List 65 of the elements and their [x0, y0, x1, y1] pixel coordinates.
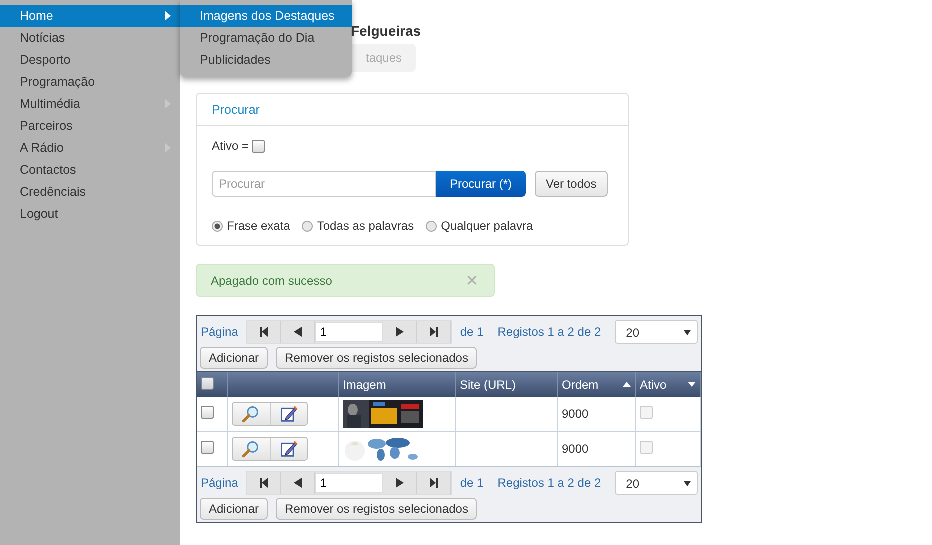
panel-title: Procurar [212, 102, 260, 116]
page-size-select[interactable]: 20 [615, 470, 698, 494]
magnifier-icon [242, 440, 260, 458]
search-field[interactable]: Procurar [212, 171, 436, 197]
page-field[interactable]: 1 [315, 322, 384, 342]
page-field[interactable]: 1 [315, 472, 384, 492]
sort-descending-icon [688, 382, 696, 386]
active-checkbox[interactable] [252, 140, 266, 152]
menu-item[interactable]: Home [0, 5, 180, 27]
table-cell: 9000 [562, 442, 589, 456]
radio-button[interactable] [302, 220, 314, 232]
menu-item[interactable]: Logout [0, 203, 180, 225]
last-page-icon [430, 478, 438, 488]
radio-button[interactable] [212, 220, 223, 232]
first-page-icon [260, 478, 268, 488]
row-checkbox[interactable] [201, 441, 214, 454]
record-count: Registos 1 a 2 de 2 [498, 324, 602, 338]
menu-item[interactable]: Credênciais [0, 181, 180, 203]
select-all-checkbox[interactable] [201, 376, 214, 390]
row-checkbox[interactable] [201, 406, 214, 419]
remove-selected-button[interactable]: Remover os registos selecionados [276, 347, 478, 369]
page-title: Felgueiras [351, 23, 422, 39]
menu-item[interactable]: Contactos [0, 159, 180, 181]
previous-page-icon [294, 326, 302, 336]
menu-item[interactable]: Programação [0, 71, 180, 93]
menu-item[interactable]: Multimédia [0, 93, 180, 115]
column-header[interactable]: Site (URL) [456, 372, 558, 397]
page-count: de 1 [460, 476, 484, 490]
edit-icon [280, 405, 298, 423]
radio-button[interactable] [426, 220, 438, 232]
column-header[interactable]: Ativo [636, 372, 700, 397]
radio-label: Todas as palavras [317, 219, 414, 233]
radio-label: Qualquer palavra [441, 219, 534, 233]
menu-item[interactable]: Notícias [0, 27, 180, 49]
next-page-icon [396, 326, 404, 336]
add-button[interactable]: Adicionar [200, 498, 268, 520]
table-cell: 9000 [562, 407, 589, 421]
last-page-icon [430, 326, 438, 336]
previous-page-icon [294, 478, 302, 488]
next-page-icon [396, 478, 404, 488]
record-count: Registos 1 a 2 de 2 [498, 476, 602, 490]
column-header[interactable] [197, 372, 228, 397]
column-header[interactable]: Imagem [338, 372, 456, 397]
submenu-item[interactable]: Imagens dos Destaques [180, 5, 352, 27]
alert-message: Apagado com sucesso [211, 274, 332, 288]
sort-ascending-icon [623, 382, 631, 386]
search-button[interactable]: Procurar (*) [436, 171, 526, 197]
dropdown-icon [684, 480, 691, 486]
menu-item[interactable]: Parceiros [0, 115, 180, 137]
active-label: Ativo = [212, 139, 250, 153]
page-label: Página [201, 324, 238, 338]
column-header[interactable]: Ordem [558, 372, 636, 397]
first-page-icon [260, 326, 268, 336]
show-all-button[interactable]: Ver todos [535, 171, 608, 197]
edit-icon [280, 440, 298, 458]
magnifier-icon [242, 405, 260, 423]
page-count: de 1 [460, 324, 484, 338]
menu-item[interactable]: Desporto [0, 49, 180, 71]
menu-item[interactable]: A Rádio [0, 137, 180, 159]
add-button[interactable]: Adicionar [200, 347, 268, 369]
dropdown-icon [684, 330, 691, 336]
page-label: Página [201, 476, 238, 490]
radio-label: Frase exata [227, 219, 290, 233]
page-size-select[interactable]: 20 [615, 320, 698, 344]
remove-selected-button[interactable]: Remover os registos selecionados [276, 498, 478, 520]
